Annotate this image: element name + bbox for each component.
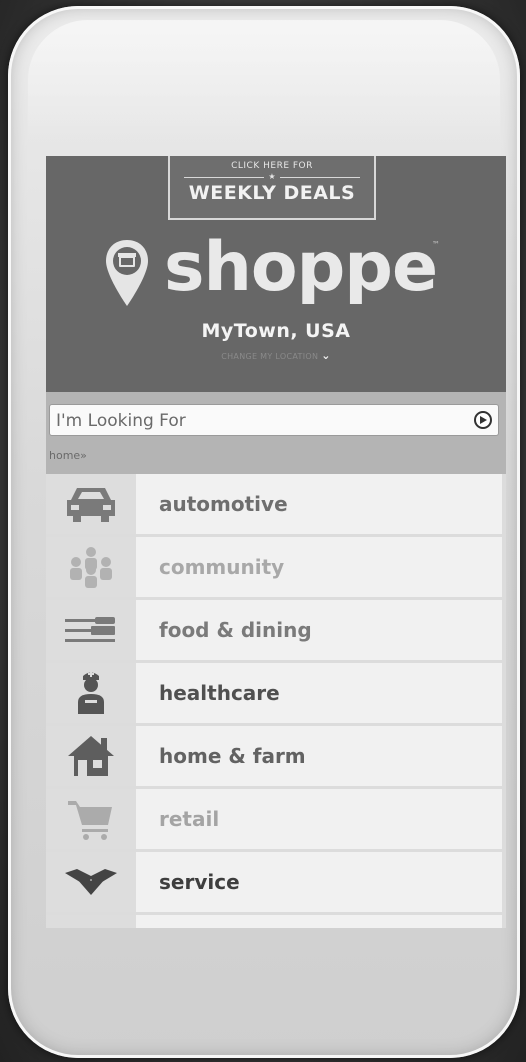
app-screen: CLICK HERE FOR ★ WEEKLY DEALS shoppe ™ M…	[46, 156, 506, 928]
change-location-link[interactable]: CHANGE MY LOCATION ⌄	[46, 349, 506, 362]
map-pin-icon	[106, 240, 148, 306]
people-icon	[70, 547, 112, 588]
current-location: MyTown, USA	[201, 320, 351, 342]
category-retail[interactable]: retail	[46, 789, 506, 849]
star-icon: ★	[268, 172, 276, 181]
search-input[interactable]	[50, 405, 468, 437]
category-label: community	[159, 555, 285, 579]
partial-category-icon	[71, 920, 111, 928]
change-location-label: CHANGE MY LOCATION	[221, 352, 319, 361]
app-header: CLICK HERE FOR ★ WEEKLY DEALS shoppe ™ M…	[46, 156, 506, 392]
search-go-icon[interactable]	[474, 411, 492, 429]
category-label: home & farm	[159, 744, 306, 768]
category-healthcare[interactable]: healthcare	[46, 663, 506, 723]
fork-knife-icon	[65, 617, 115, 642]
nurse-icon	[78, 671, 104, 714]
weekly-deals-banner[interactable]: CLICK HERE FOR ★ WEEKLY DEALS	[168, 156, 376, 220]
cart-icon	[68, 801, 112, 840]
category-label: service	[159, 870, 240, 894]
category-list: automotive community food & dining healt…	[46, 474, 506, 928]
category-label: retail	[159, 807, 220, 831]
category-community[interactable]: community	[46, 537, 506, 597]
category-label: healthcare	[159, 681, 280, 705]
deals-banner-title: WEEKLY DEALS	[188, 182, 356, 204]
brand-logo[interactable]: shoppe ™	[104, 228, 444, 314]
category-label: food & dining	[159, 618, 312, 642]
deals-banner-divider: ★	[184, 172, 361, 181]
category-home-farm[interactable]: home & farm	[46, 726, 506, 786]
category-food-dining[interactable]: food & dining	[46, 600, 506, 660]
deals-banner-subtitle: CLICK HERE FOR	[231, 161, 313, 171]
phone-bezel-highlight	[28, 20, 500, 140]
category-partial-row[interactable]	[46, 915, 506, 928]
chevron-down-icon: ⌄	[321, 349, 331, 362]
search-section: home»	[46, 392, 506, 474]
category-automotive[interactable]: automotive	[46, 474, 506, 534]
brand-wordmark: shoppe	[164, 228, 438, 307]
handshake-icon	[65, 869, 117, 895]
house-icon	[68, 736, 114, 776]
phone-frame: CLICK HERE FOR ★ WEEKLY DEALS shoppe ™ M…	[8, 6, 520, 1058]
category-service[interactable]: service	[46, 852, 506, 912]
trademark-symbol: ™	[432, 240, 440, 249]
car-icon	[67, 488, 115, 522]
breadcrumb[interactable]: home»	[49, 449, 87, 462]
category-label: automotive	[159, 492, 288, 516]
search-bar	[49, 404, 499, 437]
